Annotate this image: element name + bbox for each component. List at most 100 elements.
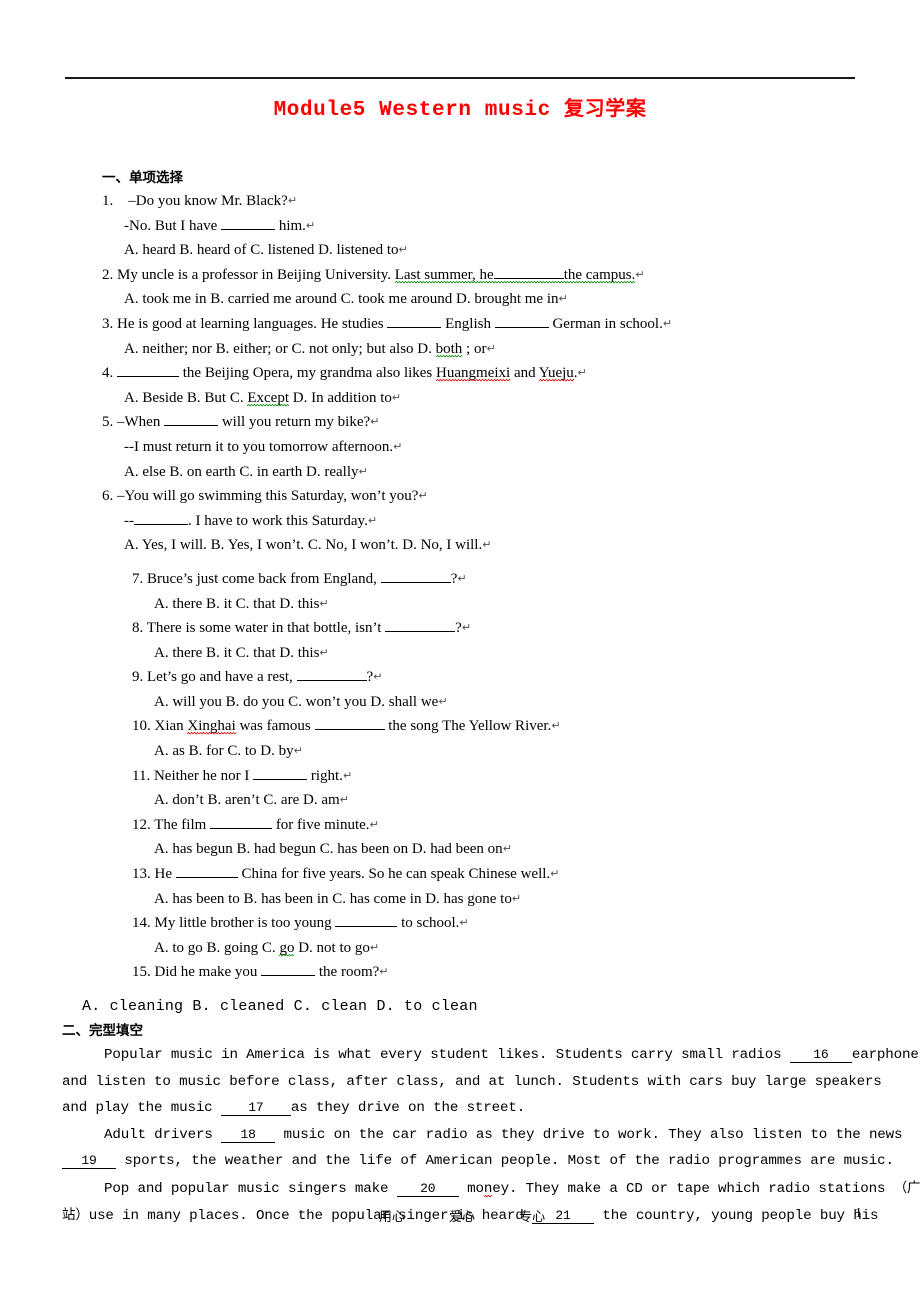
question-12: 12. The film for five minute.↵ [132,813,862,838]
answer-blank [385,631,456,633]
question-13-options: A. has been to B. has been in C. has com… [132,887,862,912]
question-text: He China for five years. So he can speak… [154,866,551,883]
options-text: A. has begun B. had begun C. has been on… [154,841,503,858]
pilcrow-icon: ↵ [551,719,561,733]
question-text: -No. But I have him. [124,217,306,234]
cloze-chinese-text: （广播 [893,1179,920,1196]
question-number: 11. [132,767,151,784]
answer-blank [210,827,273,829]
answer-blank [253,778,308,780]
question-15-options: A. cleaning B. cleaned C. clean D. to cl… [82,998,478,1015]
question-5-options: A. else B. on earth C. in earth D. reall… [102,460,862,485]
answer-blank [335,926,398,928]
question-1-line2: -No. But I have him.↵ [102,214,862,239]
question-number: 15. [132,964,151,981]
question-number: 5. [102,414,114,431]
cloze-line: and play the music 17 as they drive on th… [62,1100,526,1116]
question-text-tail: was famous the song The Yellow River. [235,718,552,735]
options-text: A. to go B. going C. [154,939,280,956]
question-10-options: A. as B. for C. to D. by↵ [132,739,862,764]
options-text: A. there B. it C. that D. this [154,644,320,661]
answer-blank [117,376,179,378]
cloze-line: 19 sports, the weather and the life of A… [62,1148,894,1175]
pilcrow-icon: ↵ [393,439,403,453]
answer-blank [314,729,385,731]
question-7-options: A. there B. it C. that D. this↵ [132,592,862,617]
pilcrow-icon: ↵ [418,489,428,503]
question-text: The film for five minute. [154,816,370,833]
options-text: A. took me in B. carried me around C. to… [124,291,559,308]
question-text: –When will you return my bike? [117,414,371,431]
section-heading-2: 二、完型填空 [62,1023,143,1039]
pilcrow-icon: ↵ [369,817,379,831]
page-title: Module5 Western music 复习学案 [0,92,920,122]
question-number: 7. [132,570,144,587]
question-text: –Do you know Mr. Black? [128,193,288,209]
question-6-line2: --. I have to work this Saturday.↵ [102,509,862,534]
grammar-flagged-text: go [279,939,295,957]
pilcrow-icon: ↵ [662,316,673,330]
answer-blank [494,326,549,328]
question-number: 12. [132,816,151,833]
document-page: Module5 Western music 复习学案 一、单项选择 1. –Do… [0,0,920,1302]
options-text: A. Beside B. But C. [124,389,248,406]
question-text: --I must return it to you tomorrow after… [124,438,394,455]
cloze-line: and listen to music before class, after … [62,1073,882,1090]
question-number: 8. [132,620,144,637]
pilcrow-icon: ↵ [511,891,522,905]
cloze-blank-19: 19 [62,1154,116,1169]
pilcrow-icon: ↵ [342,768,353,782]
question-4: 4. the Beijing Opera, my grandma also li… [102,361,862,386]
answer-blank [387,326,442,328]
cloze-blank-20: 20 [396,1182,459,1197]
question-6-options: A. Yes, I will. B. Yes, I won’t. C. No, … [102,533,862,558]
page-title-english: Module5 Western music [273,99,551,122]
cloze-passage: Popular music in America is what every s… [62,1042,920,1230]
question-7: 7. Bruce’s just come back from England, … [132,567,862,592]
spelling-flagged-text: Yueju [538,365,574,383]
question-number: 6. [102,488,114,505]
pilcrow-icon: ↵ [373,670,383,684]
spelling-flagged-text: Xinghai [187,718,236,736]
header-rule [65,77,855,79]
answer-blank [175,877,238,879]
question-text: --. I have to work this Saturday. [124,512,368,529]
question-9-options: A. will you B. do you C. won’t you D. sh… [132,690,862,715]
question-text-mid: and [510,365,539,382]
options-text-tail: ; or [462,340,487,357]
answer-blank [296,680,367,682]
question-text: Did he make you the room? [154,964,380,981]
question-2-options: A. took me in B. carried me around C. to… [102,287,862,312]
question-2: 2. My uncle is a professor in Beijing Un… [102,263,862,288]
question-1-options: A. heard B. heard of C. listened D. list… [102,238,862,263]
question-number: 13. [132,866,151,883]
spelling-flagged-text: Huangmeixi [436,365,511,383]
footer-word-3: 专心 [519,1210,546,1225]
question-11-options: A. don’t B. aren’t C. are D. am↵ [132,788,862,813]
question-4-options: A. Beside B. But C. Except D. In additio… [102,386,862,411]
pilcrow-icon: ↵ [287,194,298,207]
pilcrow-icon: ↵ [398,243,408,257]
options-text: A. has been to B. has been in C. has com… [154,890,512,907]
question-13: 13. He China for five years. So he can s… [132,862,862,887]
question-number: 9. [132,669,144,686]
pilcrow-icon: ↵ [358,464,368,478]
question-11: 11. Neither he nor I right.↵ [132,764,862,789]
question-number: 2. [102,266,114,283]
pilcrow-icon: ↵ [502,842,512,856]
question-14-options: A. to go B. going C. go D. not to go↵ [132,936,862,961]
question-8: 8. There is some water in that bottle, i… [132,616,862,641]
pilcrow-icon: ↵ [369,940,380,954]
question-9: 9. Let’s go and have a rest, ?↵ [132,665,862,690]
cloze-line: Popular music in America is what every s… [104,1047,920,1063]
question-text: Bruce’s just come back from England, ? [147,570,458,587]
question-3-options: A. neither; nor B. either; or C. not onl… [102,337,862,362]
answer-blank [221,228,276,230]
question-text: There is some water in that bottle, isn’… [146,620,462,637]
pilcrow-icon: ↵ [577,366,587,380]
pilcrow-icon: ↵ [339,793,349,807]
pilcrow-icon: ↵ [319,645,329,659]
pilcrow-icon: ↵ [370,415,380,429]
